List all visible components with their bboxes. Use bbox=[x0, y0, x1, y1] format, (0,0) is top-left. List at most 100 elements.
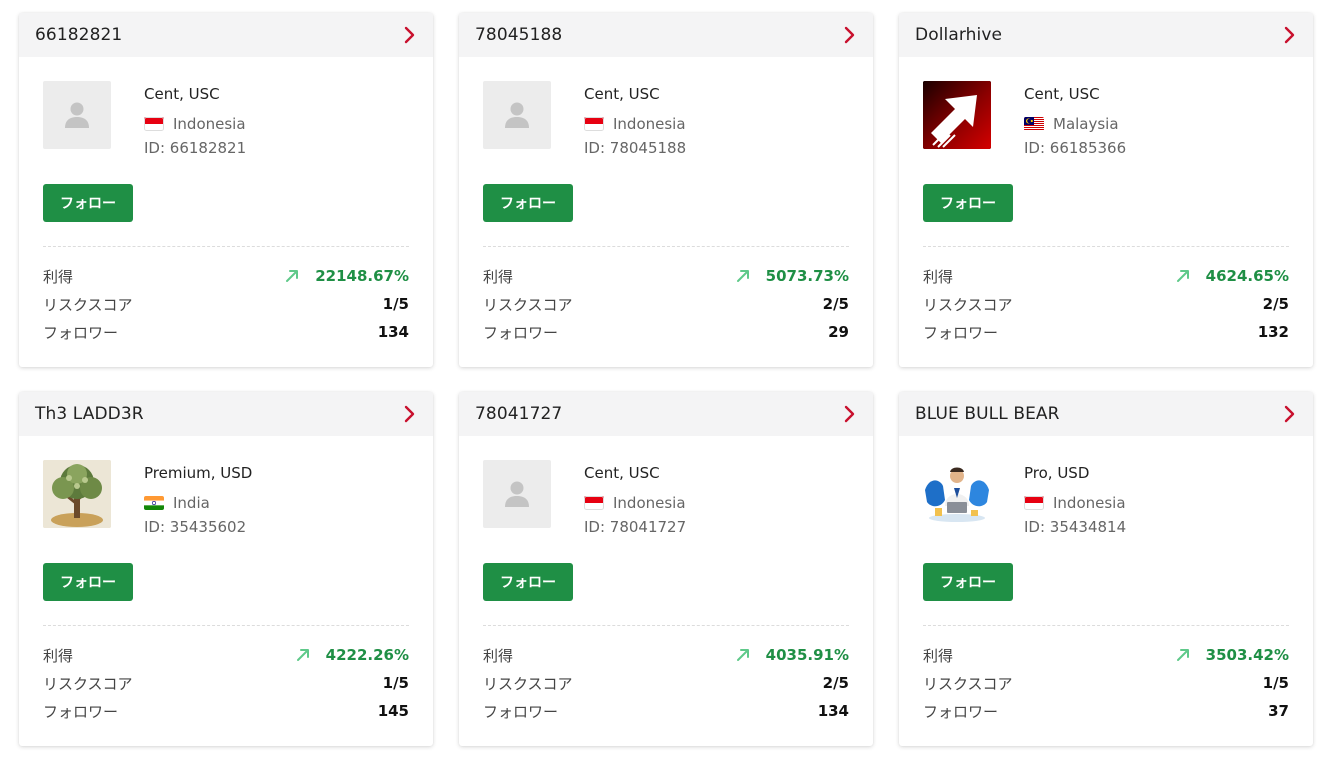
profit-value: 4222.26% bbox=[325, 646, 409, 664]
trader-card: 66182821 Cent, USC Indonesia ID: 6618282… bbox=[19, 13, 433, 367]
followers-value: 37 bbox=[1268, 702, 1289, 720]
stat-risk: リスクスコア 1/5 bbox=[43, 290, 409, 318]
stat-followers: フォロワー 37 bbox=[923, 697, 1289, 725]
default-user-icon bbox=[483, 460, 551, 528]
followers-value: 134 bbox=[377, 323, 409, 341]
trader-name: 78041727 bbox=[475, 404, 563, 424]
follow-button[interactable]: フォロー bbox=[923, 184, 1013, 222]
stat-risk: リスクスコア 2/5 bbox=[923, 290, 1289, 318]
card-header-link[interactable]: BLUE BULL BEAR bbox=[899, 392, 1313, 436]
card-header-link[interactable]: Dollarhive bbox=[899, 13, 1313, 57]
risk-value: 2/5 bbox=[1262, 295, 1289, 313]
default-user-icon bbox=[483, 81, 551, 149]
follow-button[interactable]: フォロー bbox=[483, 184, 573, 222]
trader-name: Th3 LADD3R bbox=[35, 404, 144, 424]
profit-label: 利得 bbox=[483, 646, 514, 665]
risk-value: 1/5 bbox=[1262, 674, 1289, 692]
profit-value: 5073.73% bbox=[765, 267, 849, 285]
card-header-link[interactable]: 78041727 bbox=[459, 392, 873, 436]
trader-name: 78045188 bbox=[475, 25, 563, 45]
risk-value: 1/5 bbox=[382, 295, 409, 313]
follow-button[interactable]: フォロー bbox=[483, 563, 573, 601]
followers-label: フォロワー bbox=[923, 702, 999, 721]
indonesia-flag-icon bbox=[584, 117, 604, 131]
country-row: Indonesia bbox=[584, 488, 686, 518]
followers-label: フォロワー bbox=[483, 702, 559, 721]
account-type: Premium, USD bbox=[144, 464, 253, 482]
trader-id: ID: 78041727 bbox=[584, 518, 687, 536]
risk-label: リスクスコア bbox=[43, 674, 133, 693]
divider bbox=[483, 625, 849, 626]
risk-value: 1/5 bbox=[382, 674, 409, 692]
trader-name: BLUE BULL BEAR bbox=[915, 404, 1060, 424]
risk-label: リスクスコア bbox=[923, 295, 1013, 314]
trader-card: BLUE BULL BEAR Pro, USD Indonesia ID: 35… bbox=[899, 392, 1313, 746]
followers-value: 132 bbox=[1257, 323, 1289, 341]
trend-up-icon bbox=[736, 649, 749, 661]
country-row: Indonesia bbox=[144, 109, 246, 139]
account-type: Cent, USC bbox=[584, 464, 660, 482]
card-header-link[interactable]: Th3 LADD3R bbox=[19, 392, 433, 436]
account-type: Pro, USD bbox=[1024, 464, 1090, 482]
country-name: Indonesia bbox=[613, 115, 686, 133]
indonesia-flag-icon bbox=[1024, 496, 1044, 510]
trend-up-icon bbox=[1176, 649, 1189, 661]
stat-profit: 利得 4624.65% bbox=[923, 262, 1289, 290]
trader-id: ID: 35435602 bbox=[144, 518, 247, 536]
divider bbox=[43, 246, 409, 247]
trader-card: Th3 LADD3R Premium, USD India ID: 354356… bbox=[19, 392, 433, 746]
trader-card: 78045188 Cent, USC Indonesia ID: 7804518… bbox=[459, 13, 873, 367]
profit-label: 利得 bbox=[483, 267, 514, 286]
default-user-icon bbox=[43, 81, 111, 149]
chevron-right-icon[interactable] bbox=[403, 405, 417, 423]
profit-value: 4624.65% bbox=[1205, 267, 1289, 285]
chevron-right-icon[interactable] bbox=[1283, 405, 1297, 423]
card-header-link[interactable]: 66182821 bbox=[19, 13, 433, 57]
follow-button[interactable]: フォロー bbox=[43, 184, 133, 222]
profit-label: 利得 bbox=[923, 646, 954, 665]
country-name: India bbox=[173, 494, 210, 512]
stat-followers: フォロワー 145 bbox=[43, 697, 409, 725]
country-name: Indonesia bbox=[1053, 494, 1126, 512]
followers-label: フォロワー bbox=[43, 323, 119, 342]
trend-up-icon bbox=[736, 270, 749, 282]
trader-name: Dollarhive bbox=[915, 25, 1003, 45]
stat-risk: リスクスコア 1/5 bbox=[923, 669, 1289, 697]
country-row: Indonesia bbox=[584, 109, 686, 139]
trader-card: 78041727 Cent, USC Indonesia ID: 7804172… bbox=[459, 392, 873, 746]
account-type: Cent, USC bbox=[584, 85, 660, 103]
country-name: Malaysia bbox=[1053, 115, 1119, 133]
risk-label: リスクスコア bbox=[923, 674, 1013, 693]
chevron-right-icon[interactable] bbox=[843, 26, 857, 44]
chevron-right-icon[interactable] bbox=[403, 26, 417, 44]
risk-label: リスクスコア bbox=[483, 295, 573, 314]
account-type: Cent, USC bbox=[144, 85, 220, 103]
stat-risk: リスクスコア 2/5 bbox=[483, 290, 849, 318]
follow-button[interactable]: フォロー bbox=[923, 563, 1013, 601]
country-row: Malaysia bbox=[1024, 109, 1126, 139]
trader-id: ID: 66182821 bbox=[144, 139, 247, 157]
profit-value: 3503.42% bbox=[1205, 646, 1289, 664]
profit-label: 利得 bbox=[43, 267, 74, 286]
divider bbox=[483, 246, 849, 247]
stat-followers: フォロワー 29 bbox=[483, 318, 849, 346]
stat-risk: リスクスコア 2/5 bbox=[483, 669, 849, 697]
malaysia-flag-icon bbox=[1024, 117, 1044, 131]
followers-value: 134 bbox=[817, 702, 849, 720]
country-row: India bbox=[144, 488, 252, 518]
stat-profit: 利得 3503.42% bbox=[923, 641, 1289, 669]
chevron-right-icon[interactable] bbox=[1283, 26, 1297, 44]
chevron-right-icon[interactable] bbox=[843, 405, 857, 423]
stat-profit: 利得 4222.26% bbox=[43, 641, 409, 669]
trader-id: ID: 35434814 bbox=[1024, 518, 1127, 536]
follow-button[interactable]: フォロー bbox=[43, 563, 133, 601]
stat-risk: リスクスコア 1/5 bbox=[43, 669, 409, 697]
profit-label: 利得 bbox=[923, 267, 954, 286]
card-header-link[interactable]: 78045188 bbox=[459, 13, 873, 57]
indonesia-flag-icon bbox=[144, 117, 164, 131]
profit-value: 4035.91% bbox=[765, 646, 849, 664]
profit-value: 22148.67% bbox=[315, 267, 409, 285]
country-name: Indonesia bbox=[173, 115, 246, 133]
stat-profit: 利得 4035.91% bbox=[483, 641, 849, 669]
followers-label: フォロワー bbox=[483, 323, 559, 342]
